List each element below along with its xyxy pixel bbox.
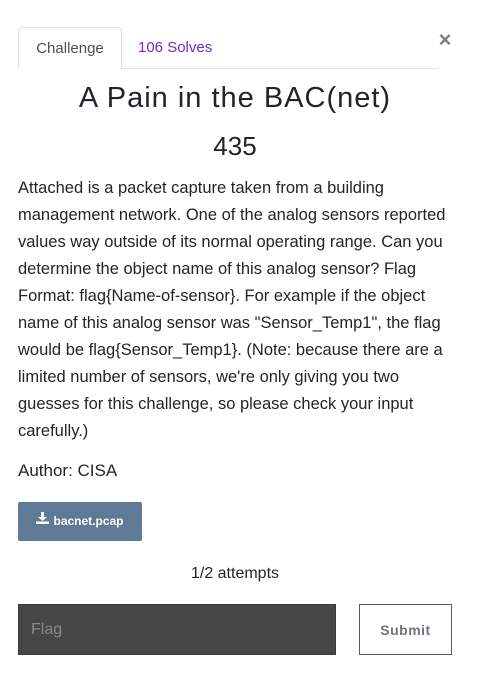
- tab-solves[interactable]: 106 Solves: [122, 27, 228, 69]
- download-icon: [36, 501, 50, 540]
- submit-button[interactable]: Submit: [359, 604, 452, 655]
- flag-input[interactable]: [18, 604, 336, 655]
- challenge-author: Author: CISA: [18, 461, 118, 480]
- close-icon[interactable]: ×: [434, 28, 456, 52]
- tab-challenge[interactable]: Challenge: [18, 27, 122, 69]
- challenge-title: A Pain in the BAC(net): [78, 82, 392, 114]
- attempts-counter: 1/2 attempts: [190, 565, 280, 582]
- file-name-label: bacnet.pcap: [53, 514, 124, 528]
- download-file-button[interactable]: bacnet.pcap: [18, 502, 142, 541]
- challenge-modal: Challenge 106 Solves × A Pain in the BAC…: [0, 0, 478, 697]
- challenge-description: Attached is a packet capture taken from …: [18, 179, 446, 440]
- challenge-tabs: Challenge 106 Solves: [18, 27, 438, 69]
- challenge-points: 435: [213, 131, 257, 161]
